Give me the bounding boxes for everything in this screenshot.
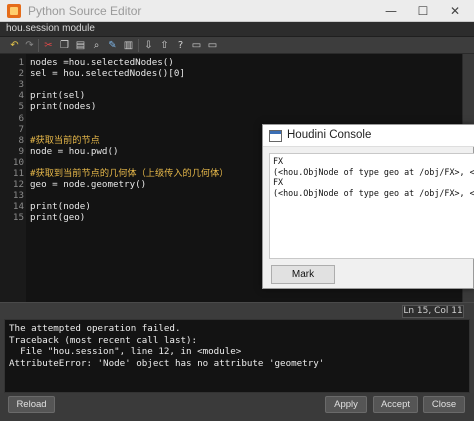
code-text: print(nodes) — [30, 101, 97, 113]
code-line: 6 — [0, 113, 460, 124]
close-window-button[interactable]: ✕ — [440, 2, 470, 20]
undo-icon[interactable]: ↶ — [8, 39, 21, 52]
module-label: hou.session module — [6, 23, 95, 34]
line-number: 11 — [12, 168, 24, 179]
search-icon[interactable]: ⌕ — [90, 39, 103, 52]
line-number: 7 — [18, 123, 24, 135]
minimize-button[interactable]: — — [376, 2, 406, 20]
maximize-button[interactable]: ☐ — [408, 2, 438, 20]
cut-icon[interactable]: ✂ — [42, 39, 55, 52]
uncomment-icon[interactable]: ▭ — [206, 39, 219, 52]
accept-button[interactable]: Accept — [373, 396, 418, 413]
copy-icon[interactable]: ❐ — [58, 39, 71, 52]
code-line: 1 nodes =hou.selectedNodes() — [0, 57, 460, 68]
code-text: sel = hou.selectedNodes()[0] — [30, 68, 185, 80]
window-title: Python Source Editor — [28, 4, 142, 18]
code-line: 4 print(sel) — [0, 90, 460, 101]
code-line: 3 — [0, 79, 460, 90]
replace-icon[interactable]: ✎ — [106, 39, 119, 52]
output-line: Traceback (most recent call last): — [9, 334, 198, 346]
console-title: Houdini Console — [287, 129, 372, 141]
paste-special-icon[interactable]: ▥ — [122, 39, 135, 52]
reload-button[interactable]: Reload — [8, 396, 55, 413]
module-header: hou.session module — [0, 22, 474, 37]
code-text: geo = node.geometry() — [30, 179, 147, 191]
line-number: 15 — [12, 212, 24, 224]
console-line: (<hou.ObjNode of type geo at /obj/FX>, <… — [273, 187, 474, 198]
redo-icon[interactable]: ↷ — [23, 39, 36, 52]
help-icon[interactable]: ? — [174, 39, 187, 52]
houdini-console-window: Houdini Console FX (<hou.ObjNode of type … — [262, 124, 474, 289]
code-text: print(sel) — [30, 90, 86, 102]
output-line: The attempted operation failed. — [9, 323, 181, 334]
import-icon[interactable]: ⇩ — [142, 39, 155, 52]
code-line: 5 print(nodes) — [0, 101, 460, 112]
comment-icon[interactable]: ▭ — [190, 39, 203, 52]
title-bar: Python Source Editor — ☐ ✕ — [0, 0, 474, 22]
console-output[interactable]: FX (<hou.ObjNode of type geo at /obj/FX>,… — [269, 153, 474, 259]
output-panel: The attempted operation failed. Traceback… — [4, 319, 470, 393]
line-number: 4 — [18, 90, 24, 102]
export-icon[interactable]: ⇧ — [158, 39, 171, 52]
mark-button[interactable]: Mark — [271, 265, 335, 284]
line-number: 13 — [12, 190, 24, 202]
code-text: nodes =hou.selectedNodes() — [30, 57, 174, 68]
line-number: 2 — [18, 68, 24, 80]
line-number: 3 — [18, 79, 24, 91]
line-number: 14 — [12, 201, 24, 213]
houdini-app-icon — [7, 4, 21, 18]
line-number: 8 — [18, 134, 24, 146]
line-number: 5 — [18, 101, 24, 113]
line-number: 1 — [18, 57, 24, 68]
output-line: AttributeError: 'Node' object has no att… — [9, 357, 325, 369]
code-line: 2 sel = hou.selectedNodes()[0] — [0, 68, 460, 79]
console-title-bar: Houdini Console — [263, 125, 474, 147]
line-number: 6 — [18, 112, 24, 124]
toolbar-separator — [138, 39, 139, 52]
output-line: File "hou.session", line 12, in <module> — [9, 346, 242, 357]
close-button[interactable]: Close — [423, 396, 465, 413]
code-text: print(node) — [30, 201, 91, 213]
code-text: print(geo) — [30, 212, 86, 224]
console-line: (<hou.ObjNode of type geo at /obj/FX>, <… — [273, 166, 474, 177]
toolbar-separator — [38, 39, 39, 52]
console-window-icon — [269, 130, 282, 142]
cursor-position: Ln 15, Col 11 — [402, 305, 464, 318]
status-bar: Ln 15, Col 11 — [0, 302, 474, 319]
line-number: 10 — [12, 156, 24, 168]
paste-icon[interactable]: ▤ — [74, 39, 87, 52]
line-number: 12 — [12, 179, 24, 191]
button-bar: Reload Apply Accept Close — [0, 393, 474, 421]
code-comment: #获取到当前节点的几何体（上级传入的几何体） — [30, 168, 229, 179]
console-line: FX — [273, 177, 284, 187]
console-line: FX — [273, 156, 284, 166]
line-number: 9 — [18, 145, 24, 157]
code-text: node = hou.pwd() — [30, 145, 119, 157]
apply-button[interactable]: Apply — [325, 396, 367, 413]
code-comment: #获取当前的节点 — [30, 134, 100, 146]
editor-toolbar: ↶ ↷ ✂ ❐ ▤ ⌕ ✎ ▥ ⇩ ⇧ ? ▭ ▭ — [0, 37, 474, 54]
